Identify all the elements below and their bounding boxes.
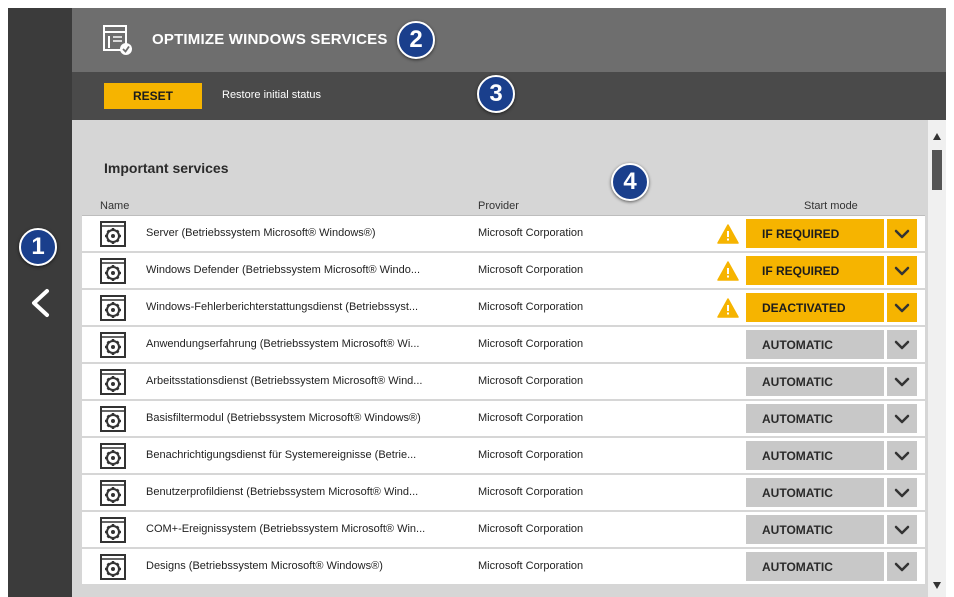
service-gear-icon [100, 332, 126, 358]
back-chevron-icon[interactable] [28, 288, 54, 318]
chevron-down-icon[interactable] [887, 552, 917, 581]
vertical-scrollbar[interactable] [928, 120, 946, 597]
warning-icon [717, 298, 739, 318]
service-name: Windows Defender (Betriebssystem Microso… [146, 264, 421, 276]
service-row[interactable]: Designs (Betriebssystem Microsoft® Windo… [82, 549, 925, 584]
service-row[interactable]: Basisfiltermodul (Betriebssystem Microso… [82, 401, 925, 436]
chevron-down-icon[interactable] [887, 367, 917, 396]
service-gear-icon [100, 369, 126, 395]
service-name: COM+-Ereignissystem (Betriebssystem Micr… [146, 523, 426, 535]
service-provider: Microsoft Corporation [478, 486, 584, 498]
service-name: Designs (Betriebssystem Microsoft® Windo… [146, 560, 383, 572]
service-row[interactable]: Windows-Fehlerberichterstattungsdienst (… [82, 290, 925, 325]
page-title: OPTIMIZE WINDOWS SERVICES [152, 31, 388, 48]
service-gear-icon [100, 480, 126, 506]
warning-icon [717, 224, 739, 244]
service-name: Windows-Fehlerberichterstattungsdienst (… [146, 301, 419, 313]
chevron-down-icon[interactable] [887, 293, 917, 322]
service-provider: Microsoft Corporation [478, 375, 584, 387]
page-header: OPTIMIZE WINDOWS SERVICES [72, 8, 946, 72]
service-provider: Microsoft Corporation [478, 227, 584, 239]
start-mode-select[interactable]: AUTOMATIC [746, 515, 884, 544]
service-name: Anwendungserfahrung (Betriebssystem Micr… [146, 338, 420, 350]
services-panel: Important services Name Provider Start m… [72, 120, 928, 597]
start-mode-select[interactable]: IF REQUIRED [746, 256, 884, 285]
service-gear-icon [100, 406, 126, 432]
service-gear-icon [100, 295, 126, 321]
chevron-down-icon[interactable] [887, 404, 917, 433]
start-mode-select[interactable]: AUTOMATIC [746, 404, 884, 433]
service-row[interactable]: Server (Betriebssystem Microsoft® Window… [82, 216, 925, 251]
column-header-name: Name [100, 200, 130, 212]
start-mode-select[interactable]: AUTOMATIC [746, 330, 884, 359]
start-mode-select[interactable]: DEACTIVATED [746, 293, 884, 322]
chevron-down-icon[interactable] [887, 441, 917, 470]
services-settings-icon [103, 25, 132, 55]
reset-button[interactable]: RESET [104, 83, 202, 109]
service-gear-icon [100, 443, 126, 469]
service-provider: Microsoft Corporation [478, 338, 584, 350]
start-mode-select[interactable]: AUTOMATIC [746, 441, 884, 470]
service-gear-icon [100, 517, 126, 543]
start-mode-select[interactable]: AUTOMATIC [746, 367, 884, 396]
callout-badge-3: 3 [477, 75, 515, 113]
scroll-down-icon[interactable] [933, 582, 941, 589]
services-list: Server (Betriebssystem Microsoft® Window… [82, 216, 925, 586]
service-name: Benachrichtigungsdienst für Systemereign… [146, 449, 417, 461]
chevron-down-icon[interactable] [887, 515, 917, 544]
service-provider: Microsoft Corporation [478, 301, 584, 313]
scroll-thumb[interactable] [932, 150, 942, 190]
service-row[interactable]: Benutzerprofildienst (Betriebssystem Mic… [82, 475, 925, 510]
service-provider: Microsoft Corporation [478, 412, 584, 424]
callout-badge-1: 1 [19, 228, 57, 266]
column-header-start-mode: Start mode [804, 200, 858, 212]
service-name: Basisfiltermodul (Betriebssystem Microso… [146, 412, 421, 424]
service-row[interactable]: Benachrichtigungsdienst für Systemereign… [82, 438, 925, 473]
callout-badge-2: 2 [397, 21, 435, 59]
service-gear-icon [100, 258, 126, 284]
service-name: Benutzerprofildienst (Betriebssystem Mic… [146, 486, 419, 498]
column-header-provider: Provider [478, 200, 519, 212]
chevron-down-icon[interactable] [887, 330, 917, 359]
chevron-down-icon[interactable] [887, 256, 917, 285]
service-provider: Microsoft Corporation [478, 449, 584, 461]
service-provider: Microsoft Corporation [478, 264, 584, 276]
scroll-up-icon[interactable] [933, 133, 941, 140]
service-name: Server (Betriebssystem Microsoft® Window… [146, 227, 376, 239]
section-title: Important services [104, 160, 229, 176]
service-provider: Microsoft Corporation [478, 523, 584, 535]
service-row[interactable]: Arbeitsstationsdienst (Betriebssystem Mi… [82, 364, 925, 399]
sidebar [8, 8, 72, 597]
service-provider: Microsoft Corporation [478, 560, 584, 572]
service-row[interactable]: Windows Defender (Betriebssystem Microso… [82, 253, 925, 288]
chevron-down-icon[interactable] [887, 219, 917, 248]
start-mode-select[interactable]: AUTOMATIC [746, 478, 884, 507]
service-gear-icon [100, 221, 126, 247]
service-name: Arbeitsstationsdienst (Betriebssystem Mi… [146, 375, 423, 387]
chevron-down-icon[interactable] [887, 478, 917, 507]
service-row[interactable]: Anwendungserfahrung (Betriebssystem Micr… [82, 327, 925, 362]
callout-badge-4: 4 [611, 163, 649, 201]
service-gear-icon [100, 554, 126, 580]
start-mode-select[interactable]: AUTOMATIC [746, 552, 884, 581]
service-row[interactable]: COM+-Ereignissystem (Betriebssystem Micr… [82, 512, 925, 547]
restore-status-text: Restore initial status [222, 89, 322, 101]
warning-icon [717, 261, 739, 281]
start-mode-select[interactable]: IF REQUIRED [746, 219, 884, 248]
